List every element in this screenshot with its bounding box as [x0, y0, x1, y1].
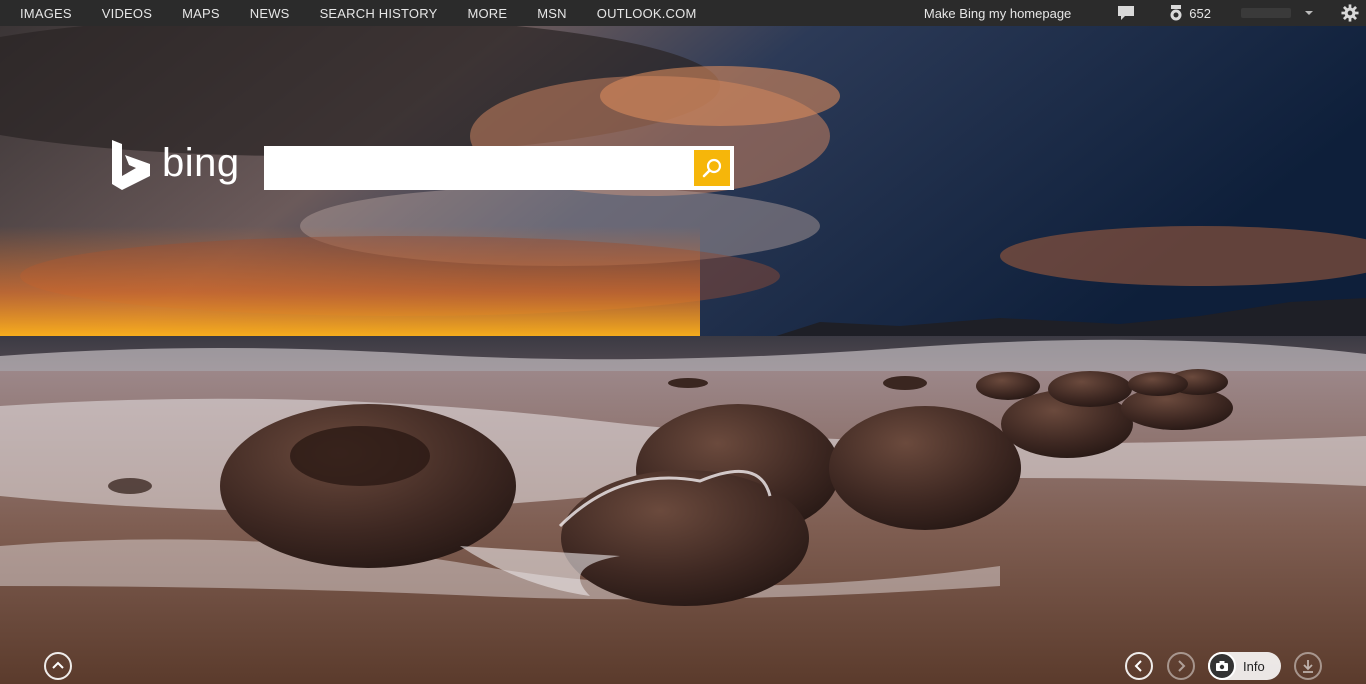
bing-logo[interactable]: bing	[110, 139, 240, 191]
previous-image-button[interactable]	[1125, 652, 1153, 680]
nav-news-link[interactable]: NEWS	[235, 0, 305, 26]
rewards-count: 652	[1189, 5, 1211, 21]
feedback-icon[interactable]	[1117, 5, 1135, 21]
nav-search-history-link[interactable]: SEARCH HISTORY	[305, 0, 453, 26]
make-homepage-link[interactable]: Make Bing my homepage	[924, 6, 1071, 21]
nav-maps-link[interactable]: MAPS	[167, 0, 235, 26]
account-menu[interactable]	[1221, 8, 1313, 18]
gear-icon[interactable]	[1341, 4, 1359, 22]
scope-nav: IMAGES VIDEOS MAPS NEWS SEARCH HISTORY M…	[0, 0, 712, 26]
chevron-left-icon	[1134, 660, 1142, 672]
download-image-button[interactable]	[1294, 652, 1322, 680]
scroll-up-button[interactable]	[44, 652, 72, 680]
nav-images-link[interactable]: IMAGES	[5, 0, 87, 26]
search-icon	[702, 158, 722, 178]
chevron-down-icon	[1305, 10, 1313, 16]
camera-icon	[1208, 652, 1236, 680]
bing-logo-text: bing	[162, 141, 240, 185]
top-navigation-bar: IMAGES VIDEOS MAPS NEWS SEARCH HISTORY M…	[0, 0, 1366, 26]
bing-logo-icon	[110, 140, 152, 190]
info-label: Info	[1243, 658, 1265, 674]
rewards-badge[interactable]: 652	[1169, 5, 1211, 21]
account-name	[1241, 8, 1291, 18]
rewards-icon	[1169, 5, 1183, 21]
nav-more-link[interactable]: MORE	[452, 0, 522, 26]
image-info-button[interactable]: Info	[1208, 652, 1281, 680]
nav-outlook-link[interactable]: OUTLOOK.COM	[582, 0, 712, 26]
nav-videos-link[interactable]: VIDEOS	[87, 0, 167, 26]
next-image-button[interactable]	[1167, 652, 1195, 680]
download-icon	[1303, 660, 1313, 673]
background-image	[0, 26, 1366, 684]
search-box	[264, 146, 734, 190]
search-input[interactable]	[266, 148, 694, 188]
nav-msn-link[interactable]: MSN	[522, 0, 582, 26]
topbar-right: Make Bing my homepage 652	[924, 0, 1366, 26]
search-button[interactable]	[694, 150, 730, 186]
chevron-up-icon	[52, 661, 64, 669]
chevron-right-icon	[1178, 660, 1186, 672]
